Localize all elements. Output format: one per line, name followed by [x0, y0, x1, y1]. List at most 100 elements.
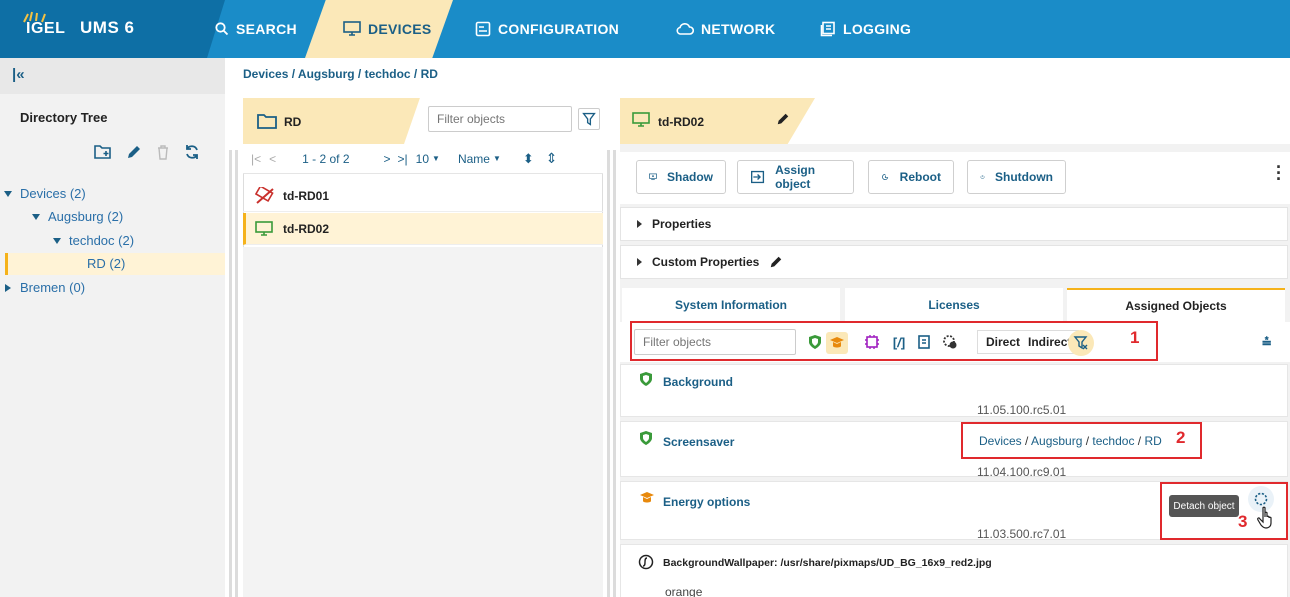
- chevron-down-icon[interactable]: ▼: [493, 154, 501, 163]
- brand-name: IGEL: [26, 20, 66, 37]
- page-range: 1 - 2 of 2: [302, 151, 350, 166]
- parameter-name: BackgroundWallpaper: /usr/share/pixmaps/…: [663, 557, 992, 569]
- tab-label: DEVICES: [368, 21, 432, 37]
- directory-tree-title: Directory Tree: [20, 110, 108, 125]
- button-label: Assign object: [775, 163, 816, 191]
- shutdown-button[interactable]: Shutdown: [967, 160, 1066, 194]
- expand-collapse-icon[interactable]: ⇕: [546, 150, 558, 167]
- assign-object-button[interactable]: Assign object: [737, 160, 854, 194]
- last-page-icon[interactable]: >|: [398, 152, 408, 166]
- search-icon: [215, 22, 229, 36]
- callout-box-2: [961, 422, 1202, 459]
- more-options-icon[interactable]: · · ·: [1276, 158, 1282, 188]
- tree-item-bremen[interactable]: Bremen (0): [5, 280, 85, 295]
- assigned-object-background: Background 11.05.100.rc5.01: [620, 364, 1288, 417]
- panel-resize-handle[interactable]: [613, 150, 616, 597]
- edit-icon[interactable]: [769, 255, 783, 269]
- delete-icon[interactable]: [156, 144, 170, 160]
- shadow-icon: [649, 173, 657, 181]
- tab-devices[interactable]: DEVICES: [343, 0, 432, 58]
- reboot-button[interactable]: Reboot: [868, 160, 954, 194]
- edit-icon[interactable]: [776, 112, 790, 126]
- parameter-icon: [638, 554, 654, 570]
- assign-icon: [751, 170, 765, 184]
- expand-arrow-icon[interactable]: [4, 190, 12, 197]
- properties-section[interactable]: Properties: [620, 207, 1288, 241]
- callout-number-1: 1: [1130, 328, 1140, 347]
- object-name[interactable]: Screensaver: [663, 435, 734, 449]
- device-list-empty-area: [243, 247, 603, 597]
- reboot-icon: [882, 173, 889, 181]
- tab-label: NETWORK: [701, 21, 776, 37]
- panel-resize-handle[interactable]: [607, 150, 610, 597]
- edit-icon[interactable]: [126, 144, 142, 160]
- next-page-icon[interactable]: >: [384, 152, 391, 166]
- sort-order-icon[interactable]: ⬍: [523, 151, 534, 167]
- section-label: Properties: [652, 217, 712, 231]
- tab-configuration[interactable]: CONFIGURATION: [475, 0, 619, 58]
- callout-box-3: [1160, 482, 1288, 540]
- button-label: Shutdown: [995, 170, 1053, 184]
- monitor-icon: [343, 21, 361, 36]
- expand-arrow-icon[interactable]: [32, 213, 40, 220]
- refresh-icon[interactable]: [184, 144, 200, 160]
- expand-arrow-icon[interactable]: [5, 283, 11, 292]
- callout-number-2: 2: [1176, 428, 1186, 447]
- tree-item-label: techdoc (2): [69, 233, 135, 248]
- filter-icon[interactable]: [578, 108, 600, 130]
- logging-icon: [820, 21, 835, 37]
- button-label: Shadow: [666, 170, 713, 184]
- device-row-td-rd02[interactable]: td-RD02: [243, 213, 603, 245]
- custom-properties-section[interactable]: Custom Properties: [620, 245, 1288, 279]
- object-version: 11.03.500.rc7.01: [977, 527, 1067, 541]
- callout-box-1: [630, 321, 1158, 361]
- tree-item-label: RD (2): [87, 256, 126, 271]
- tab-logging[interactable]: LOGGING: [820, 0, 911, 58]
- left-panel: [0, 58, 225, 597]
- pagination-bar: |< < 1 - 2 of 2 > >| 10 ▼ Name ▼ ⬍ ⇕: [243, 144, 603, 174]
- device-filter-input[interactable]: [428, 106, 572, 132]
- collapse-all-icon[interactable]: ⩮: [1262, 334, 1271, 352]
- tab-licenses[interactable]: Licenses: [845, 288, 1063, 322]
- tree-item-techdoc[interactable]: techdoc (2): [53, 233, 134, 248]
- shadow-button[interactable]: Shadow: [636, 160, 726, 194]
- tab-network[interactable]: NETWORK: [676, 0, 775, 58]
- power-icon: [980, 175, 985, 179]
- assigned-object-parameter: BackgroundWallpaper: /usr/share/pixmaps/…: [620, 544, 1288, 597]
- device-name: td-RD01: [283, 188, 330, 203]
- tree-toolbar: [94, 144, 200, 160]
- section-label: Custom Properties: [652, 255, 760, 269]
- tab-system-information[interactable]: System Information: [622, 288, 840, 322]
- mortarboard-orange-icon: [640, 492, 654, 503]
- object-name[interactable]: Background: [663, 375, 733, 389]
- device-online-icon: [632, 112, 650, 127]
- sort-field-select[interactable]: Name: [458, 152, 490, 166]
- tree-item-devices[interactable]: Devices (2): [4, 186, 86, 201]
- tree-item-rd[interactable]: RD (2): [87, 256, 125, 271]
- tab-assigned-objects[interactable]: Assigned Objects: [1067, 288, 1285, 322]
- device-name: td-RD02: [283, 221, 330, 236]
- object-version: 11.05.100.rc5.01: [977, 403, 1067, 417]
- first-page-icon[interactable]: |<: [251, 152, 261, 166]
- folder-icon: [257, 114, 277, 129]
- tab-label: CONFIGURATION: [498, 21, 620, 37]
- breadcrumb[interactable]: Devices / Augsburg / techdoc / RD: [243, 67, 438, 81]
- collapse-left-icon[interactable]: |«: [12, 66, 25, 83]
- prev-page-icon[interactable]: <: [269, 152, 276, 166]
- shield-green-icon: [640, 431, 652, 445]
- chevron-down-icon[interactable]: ▼: [432, 154, 440, 163]
- panel-resize-handle[interactable]: [235, 150, 238, 597]
- panel-resize-handle[interactable]: [229, 150, 232, 597]
- page-size-select[interactable]: 10: [416, 152, 429, 166]
- tab-search[interactable]: SEARCH: [215, 0, 297, 58]
- expand-arrow-icon: [637, 220, 642, 228]
- device-row-td-rd01[interactable]: td-RD01: [243, 180, 603, 212]
- expand-arrow-icon[interactable]: [53, 237, 61, 244]
- expand-arrow-icon: [637, 258, 642, 266]
- new-folder-icon[interactable]: [94, 144, 112, 160]
- tree-item-label: Augsburg (2): [48, 209, 124, 224]
- object-version: 11.04.100.rc9.01: [977, 465, 1067, 479]
- tree-item-augsburg[interactable]: Augsburg (2): [32, 209, 123, 224]
- tree-item-label: Bremen (0): [20, 280, 86, 295]
- object-name[interactable]: Energy options: [663, 495, 750, 509]
